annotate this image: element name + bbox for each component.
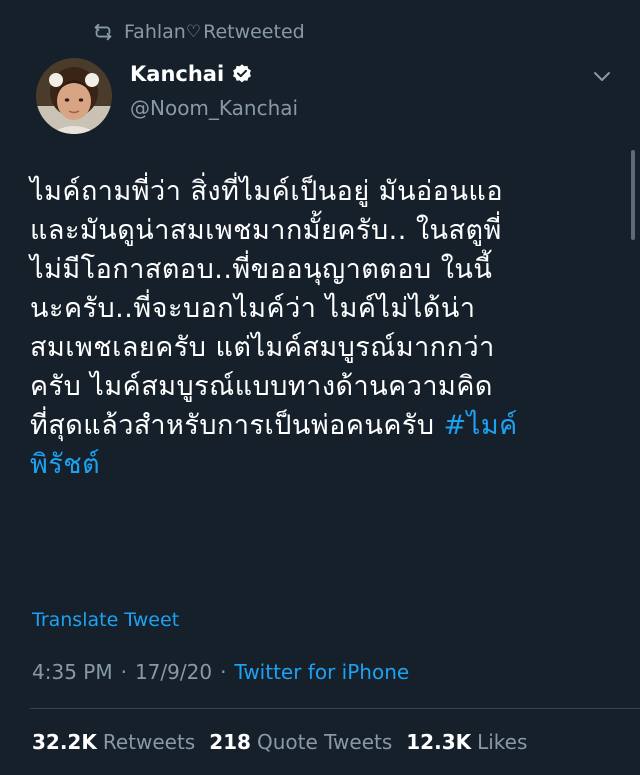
meta-separator: ·	[120, 660, 127, 684]
tweet-body: ไมค์ถามพี่ว่า สิ่งที่ไมค์เป็นอยู่ มันอ่อ…	[30, 172, 620, 484]
author-name[interactable]: Kanchai	[130, 62, 224, 86]
divider	[30, 708, 640, 709]
quote-tweets-count[interactable]: 218	[209, 730, 251, 754]
scrollbar[interactable]	[631, 150, 635, 240]
likes-label[interactable]: Likes	[477, 730, 527, 754]
retweeter-name[interactable]: Fahlan	[124, 21, 186, 43]
meta-separator-2: ·	[220, 660, 227, 684]
likes-count[interactable]: 12.3K	[406, 730, 471, 754]
tweet-date[interactable]: 17/9/20	[135, 660, 212, 684]
translate-tweet-link[interactable]: Translate Tweet	[32, 609, 179, 631]
chevron-down-icon[interactable]	[592, 70, 612, 84]
author-name-row[interactable]: Kanchai	[130, 62, 253, 86]
tweet-meta: 4:35 PM · 17/9/20 · Twitter for iPhone	[32, 660, 409, 684]
engagement-stats: 32.2K Retweets 218 Quote Tweets 12.3K Li…	[32, 730, 541, 754]
tweet-source-link[interactable]: Twitter for iPhone	[234, 660, 409, 684]
author-handle[interactable]: @Noom_Kanchai	[130, 96, 298, 120]
quote-tweets-label[interactable]: Quote Tweets	[257, 730, 392, 754]
heart-emoji: ♡	[185, 22, 202, 42]
tweet-text: ไมค์ถามพี่ว่า สิ่งที่ไมค์เป็นอยู่ มันอ่อ…	[30, 176, 504, 441]
retweet-context[interactable]: Fahlan ♡ Retweeted	[92, 18, 305, 46]
verified-badge-icon	[233, 64, 252, 83]
avatar[interactable]	[36, 58, 112, 134]
retweet-icon	[94, 23, 112, 41]
tweet-time[interactable]: 4:35 PM	[32, 660, 113, 684]
retweets-count[interactable]: 32.2K	[32, 730, 97, 754]
retweeted-label: Retweeted	[203, 21, 305, 43]
retweets-label[interactable]: Retweets	[103, 730, 195, 754]
